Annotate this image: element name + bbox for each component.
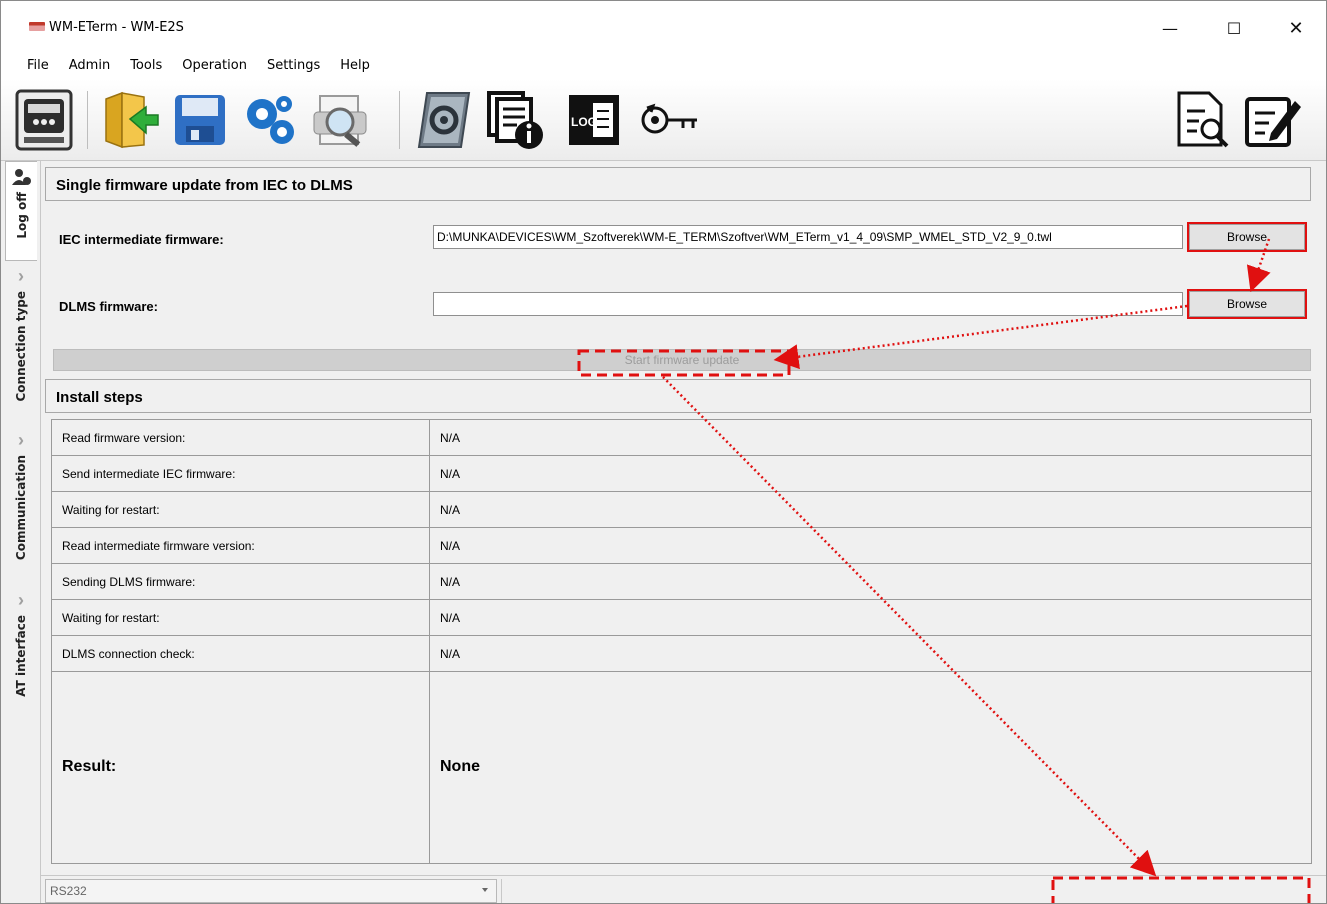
window-title: WM-ETerm - WM-E2S (49, 20, 184, 35)
gears-icon[interactable] (237, 87, 303, 153)
maximize-button[interactable]: ☐ (1211, 13, 1257, 43)
menu-file[interactable]: File (17, 58, 59, 73)
tab-communication[interactable]: › Communication (5, 431, 37, 591)
tab-at-interface-label: AT interface (14, 615, 28, 697)
table-row: DLMS connection check: N/A (52, 636, 1311, 672)
tab-connection-type-label: Connection type (14, 291, 28, 402)
tab-log-off[interactable]: Log off (5, 161, 37, 261)
table-row: Read firmware version: N/A (52, 420, 1311, 456)
document-info-icon[interactable] (481, 87, 547, 153)
edit-document-icon[interactable] (1239, 87, 1305, 153)
minimize-button[interactable]: — (1147, 13, 1193, 43)
report-search-icon[interactable] (1169, 87, 1235, 153)
menu-operation[interactable]: Operation (172, 58, 257, 73)
iec-firmware-path-input[interactable]: D:\MUNKA\DEVICES\WM_Szoftverek\WM-E_TERM… (433, 225, 1183, 249)
menu-settings[interactable]: Settings (257, 58, 330, 73)
log-icon[interactable]: LOG (561, 87, 627, 153)
toolbar-separator (399, 91, 400, 149)
app-logo-icon (29, 22, 45, 31)
port-select-value: RS232 (50, 884, 87, 898)
firmware-icon[interactable] (411, 87, 477, 153)
table-row: Waiting for restart: N/A (52, 492, 1311, 528)
table-row: Read intermediate firmware version: N/A (52, 528, 1311, 564)
dlms-firmware-label: DLMS firmware: (59, 299, 158, 314)
step-label: Send intermediate IEC firmware: (52, 456, 430, 491)
document-search-icon[interactable] (307, 87, 373, 153)
step-status: N/A (440, 611, 461, 625)
status-separator (501, 879, 502, 903)
app-window: WM-ETerm - WM-E2S — ☐ ✕ File Admin Tools… (0, 0, 1327, 904)
step-status: N/A (440, 467, 461, 481)
chevron-right-icon: › (18, 430, 24, 450)
table-row: Sending DLMS firmware: N/A (52, 564, 1311, 600)
tab-connection-type[interactable]: › Connection type (5, 267, 37, 417)
user-icon (11, 169, 31, 185)
step-label: Waiting for restart: (52, 492, 430, 527)
status-bar: RS232 (41, 875, 1326, 903)
save-icon[interactable] (167, 87, 233, 153)
menu-tools[interactable]: Tools (120, 58, 172, 73)
chevron-down-icon (482, 888, 488, 892)
title-bar: WM-ETerm - WM-E2S — ☐ ✕ (1, 1, 1326, 51)
annotation-box-dlms-browse (1187, 289, 1307, 319)
main-panel: Single firmware update from IEC to DLMS … (43, 163, 1323, 875)
annotation-box-iec-browse (1187, 222, 1307, 252)
toolbar-separator (87, 91, 88, 149)
tab-log-off-label: Log off (14, 192, 29, 239)
step-label: Read intermediate firmware version: (52, 528, 430, 563)
chevron-right-icon: › (18, 266, 24, 286)
result-value: None (440, 758, 480, 775)
step-label: Read firmware version: (52, 420, 430, 455)
result-row: Result: None (52, 672, 1311, 864)
dlms-firmware-path-input[interactable] (433, 292, 1183, 316)
toolbar: LOG (1, 79, 1326, 161)
step-label: DLMS connection check: (52, 636, 430, 671)
table-row: Send intermediate IEC firmware: N/A (52, 456, 1311, 492)
install-steps-table: Read firmware version: N/A Send intermed… (51, 419, 1312, 864)
tab-at-interface[interactable]: › AT interface (5, 591, 37, 711)
tab-communication-label: Communication (14, 455, 28, 561)
install-steps-header: Install steps (45, 379, 1311, 413)
iec-firmware-label: IEC intermediate firmware: (59, 232, 224, 247)
firmware-update-header: Single firmware update from IEC to DLMS (45, 167, 1311, 201)
key-rotation-icon[interactable] (637, 87, 703, 153)
step-status: N/A (440, 503, 461, 517)
folder-import-icon[interactable] (97, 87, 163, 153)
close-button[interactable]: ✕ (1273, 13, 1319, 43)
log-icon-label: LOG (571, 115, 597, 129)
meter-icon[interactable] (11, 87, 77, 153)
step-status: N/A (440, 431, 461, 445)
menu-admin[interactable]: Admin (59, 58, 120, 73)
step-status: N/A (440, 575, 461, 589)
chevron-right-icon: › (18, 590, 24, 610)
result-label: Result: (52, 672, 430, 864)
table-row: Waiting for restart: N/A (52, 600, 1311, 636)
step-label: Sending DLMS firmware: (52, 564, 430, 599)
step-status: N/A (440, 647, 461, 661)
step-status: N/A (440, 539, 461, 553)
port-select[interactable]: RS232 (45, 879, 497, 903)
start-firmware-update-button[interactable]: Start firmware update (53, 349, 1311, 371)
menu-bar: File Admin Tools Operation Settings Help (1, 51, 1326, 79)
menu-help[interactable]: Help (330, 58, 380, 73)
side-tab-bar: Log off › Connection type › Communicatio… (1, 161, 41, 903)
step-label: Waiting for restart: (52, 600, 430, 635)
